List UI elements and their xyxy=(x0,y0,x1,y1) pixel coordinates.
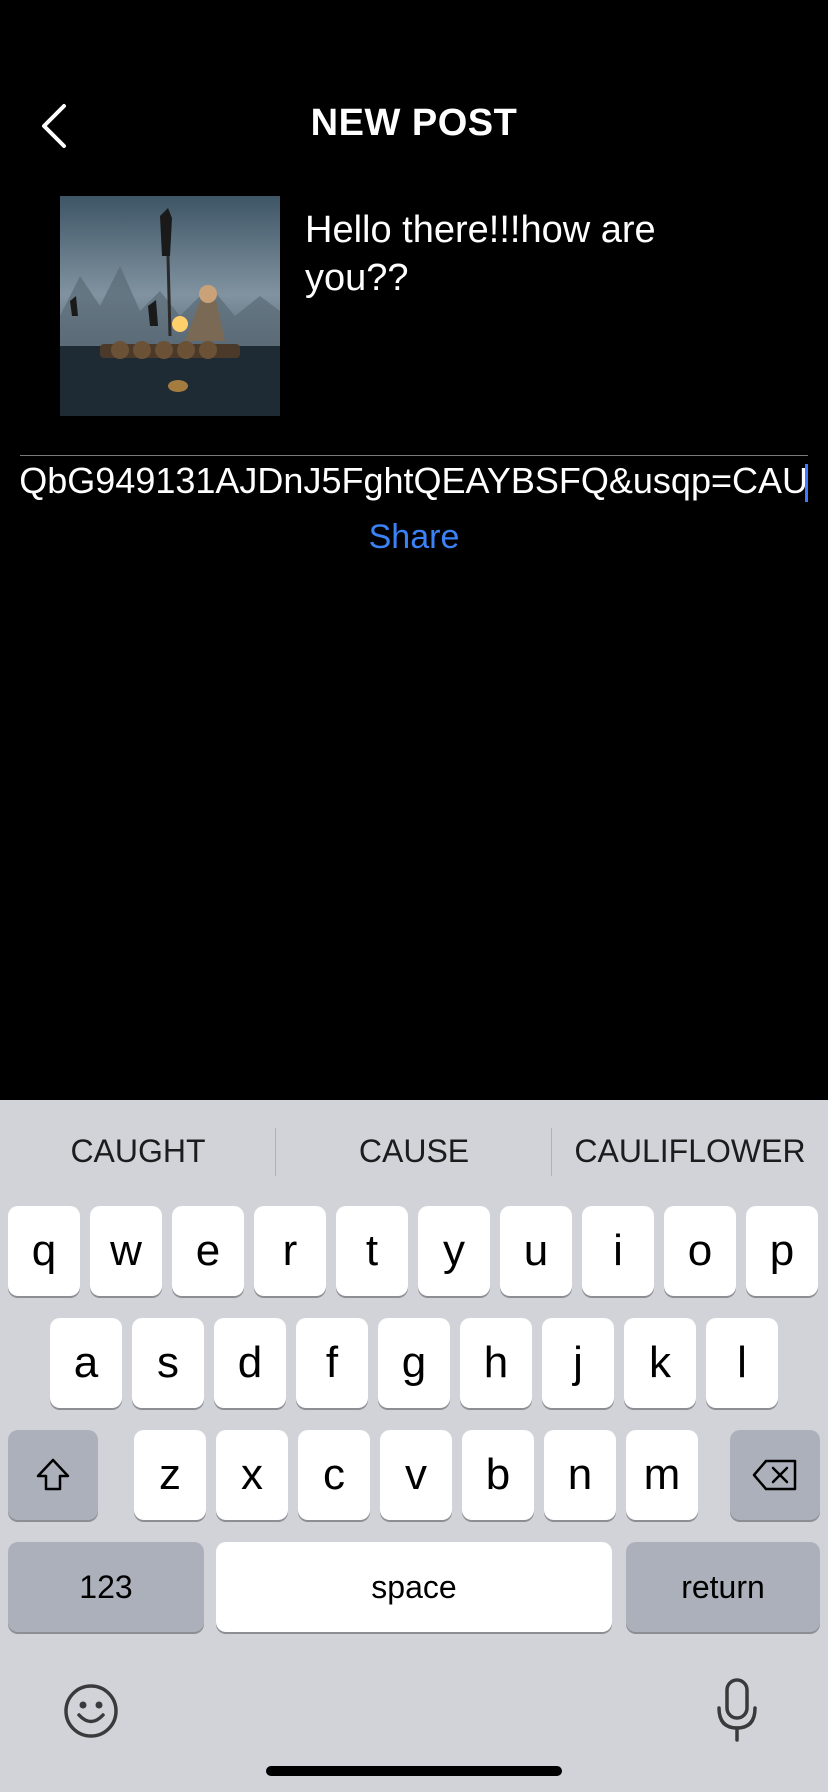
numbers-key[interactable]: 123 xyxy=(8,1542,204,1632)
shift-key[interactable] xyxy=(8,1430,98,1520)
share-button[interactable]: Share xyxy=(0,518,828,557)
key-l[interactable]: l xyxy=(706,1318,778,1408)
emoji-icon xyxy=(64,1684,118,1738)
page-title: NEW POST xyxy=(310,102,518,144)
suggestion-3[interactable]: CAULIFLOWER xyxy=(552,1100,828,1202)
key-m[interactable]: m xyxy=(626,1430,698,1520)
key-j[interactable]: j xyxy=(542,1318,614,1408)
key-k[interactable]: k xyxy=(624,1318,696,1408)
return-key[interactable]: return xyxy=(626,1542,820,1632)
suggestion-2[interactable]: CAUSE xyxy=(276,1100,552,1202)
key-o[interactable]: o xyxy=(664,1206,736,1296)
microphone-icon xyxy=(717,1678,757,1742)
suggestion-1[interactable]: CAUGHT xyxy=(0,1100,276,1202)
image-url-field[interactable] xyxy=(20,455,808,506)
key-r[interactable]: r xyxy=(254,1206,326,1296)
post-image xyxy=(60,196,280,416)
key-y[interactable]: y xyxy=(418,1206,490,1296)
key-u[interactable]: u xyxy=(500,1206,572,1296)
text-cursor xyxy=(805,464,808,502)
home-indicator[interactable] xyxy=(266,1766,562,1776)
delete-key[interactable] xyxy=(730,1430,820,1520)
key-a[interactable]: a xyxy=(50,1318,122,1408)
key-e[interactable]: e xyxy=(172,1206,244,1296)
key-v[interactable]: v xyxy=(380,1430,452,1520)
emoji-button[interactable] xyxy=(60,1680,122,1742)
key-f[interactable]: f xyxy=(296,1318,368,1408)
key-g[interactable]: g xyxy=(378,1318,450,1408)
key-x[interactable]: x xyxy=(216,1430,288,1520)
shift-icon xyxy=(36,1458,70,1491)
key-i[interactable]: i xyxy=(582,1206,654,1296)
dictation-button[interactable] xyxy=(712,1676,762,1746)
image-url-input[interactable] xyxy=(20,456,808,506)
space-key[interactable]: space xyxy=(216,1542,612,1632)
backspace-icon xyxy=(752,1459,797,1491)
key-q[interactable]: q xyxy=(8,1206,80,1296)
key-w[interactable]: w xyxy=(90,1206,162,1296)
key-c[interactable]: c xyxy=(298,1430,370,1520)
key-n[interactable]: n xyxy=(544,1430,616,1520)
key-b[interactable]: b xyxy=(462,1430,534,1520)
key-z[interactable]: z xyxy=(134,1430,206,1520)
key-t[interactable]: t xyxy=(336,1206,408,1296)
key-p[interactable]: p xyxy=(746,1206,818,1296)
post-caption[interactable]: Hello there!!!how are you?? xyxy=(305,206,745,302)
key-h[interactable]: h xyxy=(460,1318,532,1408)
keyboard: CAUGHT CAUSE CAULIFLOWER q w e r t y u i… xyxy=(0,1100,828,1792)
key-s[interactable]: s xyxy=(132,1318,204,1408)
key-d[interactable]: d xyxy=(214,1318,286,1408)
